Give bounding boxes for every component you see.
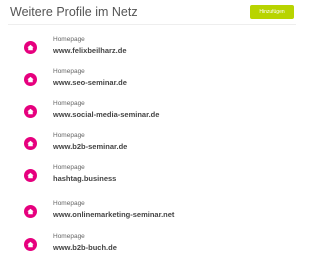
profile-link[interactable]: www.b2b-buch.de [53,243,117,252]
home-icon [24,169,37,182]
profile-link[interactable]: hashtag.business [53,174,116,183]
profile-link[interactable]: www.b2b-seminar.de [53,142,127,151]
profile-link[interactable]: www.onlinemarketing-seminar.net [53,210,174,219]
profile-label: Homepage [53,100,85,107]
profile-item: Homepage www.social-media-seminar.de [0,100,300,130]
profile-item: Homepage www.b2b-buch.de [0,233,300,263]
home-icon [24,238,37,251]
profile-label: Homepage [53,36,85,43]
add-profile-button[interactable]: Hinzufügen [250,5,294,19]
profile-label: Homepage [53,233,85,240]
profile-item: Homepage www.felixbeilharz.de [0,36,300,66]
profile-label: Homepage [53,132,85,139]
profile-label: Homepage [53,68,85,75]
home-icon [24,137,37,150]
header-divider [8,24,296,25]
home-icon [24,205,37,218]
profile-item: Homepage www.seo-seminar.de [0,68,300,98]
profile-link[interactable]: www.felixbeilharz.de [53,46,127,55]
profile-label: Homepage [53,164,85,171]
section-header: Weitere Profile im Netz Hinzufügen [10,4,294,22]
home-icon [24,41,37,54]
profile-item: Homepage hashtag.business [0,164,300,194]
home-icon [24,105,37,118]
section-title: Weitere Profile im Netz [10,5,138,19]
home-icon [24,73,37,86]
profile-link[interactable]: www.seo-seminar.de [53,78,127,87]
profile-item: Homepage www.b2b-seminar.de [0,132,300,162]
profile-label: Homepage [53,200,85,207]
profile-item: Homepage www.onlinemarketing-seminar.net [0,200,300,230]
profile-link[interactable]: www.social-media-seminar.de [53,110,159,119]
